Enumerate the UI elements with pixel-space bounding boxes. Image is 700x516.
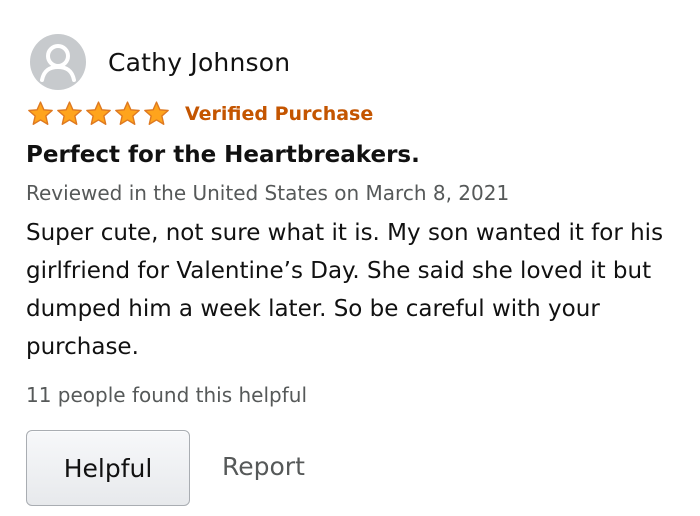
star-icon [57,101,82,125]
review-title: Perfect for the Heartbreakers. [26,142,420,168]
customer-review: Cathy Johnson Verified Purchase Perfect … [0,0,700,516]
helpful-count: 11 people found this helpful [26,383,307,407]
user-avatar-icon[interactable] [30,34,86,90]
reviewer-profile[interactable]: Cathy Johnson [30,34,290,90]
rating-row: Verified Purchase [26,100,373,128]
star-icon [28,101,53,125]
star-icon [144,101,169,125]
star-icon [115,101,140,125]
verified-purchase-badge: Verified Purchase [185,103,374,125]
review-body: Super cute, not sure what it is. My son … [26,220,664,360]
star-rating[interactable] [26,100,171,128]
review-date: Reviewed in the United States on March 8… [26,181,510,205]
helpful-button[interactable]: Helpful [26,430,190,506]
reviewer-name[interactable]: Cathy Johnson [108,48,290,77]
report-link[interactable]: Report [222,452,305,481]
star-icon [86,101,111,125]
